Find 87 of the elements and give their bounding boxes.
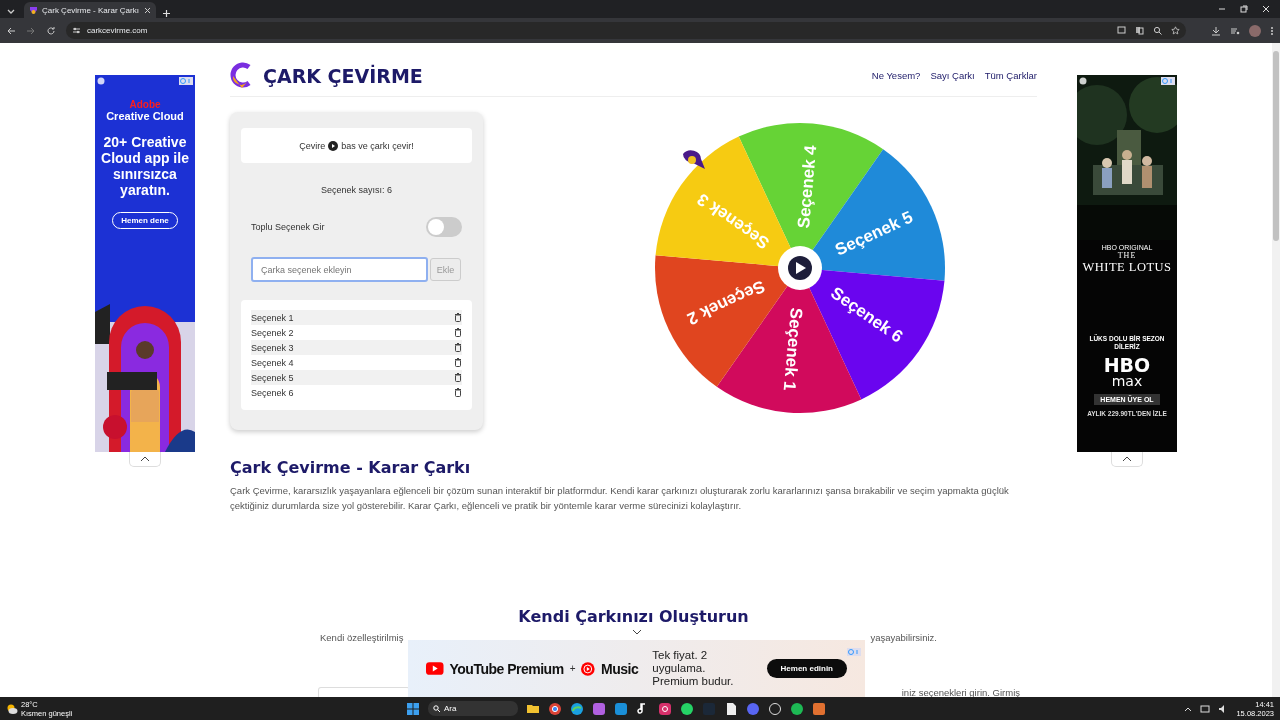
hint-text: bas ve çarkı çevir! <box>341 140 414 151</box>
logo-icon <box>230 61 252 90</box>
section-text: Çark Çevirme, kararsızlık yaşayanlara eğlenceli bir çözüm sunan interaktif bir platformdur. Kendi karar çarkınızı oluşturarak zorlu kararlarınızı şansa bırakabilir ve seçim yapmakta güçlük çektiğiniz durumlarda size yol gösterebilir. Karar Çarkı, eğlenceli ve pratik bir yöntemle karar verme sürecinizi kolaylaştırır. <box>230 484 1010 513</box>
browser-icon[interactable] <box>570 701 584 716</box>
ad-banner[interactable]: Adobe Creative Cloud 20+ Creative Cloud app ile sınırsızca yaratın. Hemen dene <box>95 75 195 452</box>
ad-button[interactable]: Hemen edinin <box>766 659 847 678</box>
ad-brand: Music <box>601 660 639 677</box>
segment-label: Seçenek 4 <box>794 144 821 229</box>
new-tab-icon[interactable] <box>162 9 171 18</box>
browser-tab[interactable]: Çark Çevirme - Karar Çarkı <box>24 2 156 18</box>
favicon-icon <box>29 5 38 15</box>
restore-icon[interactable] <box>1240 5 1248 13</box>
section-title: Çark Çevirme - Karar Çarkı <box>230 458 472 477</box>
ad-brand: Creative Cloud <box>106 110 184 122</box>
section-title: Kendi Çarkınızı Oluşturun <box>517 607 750 626</box>
reload-icon[interactable] <box>46 25 56 36</box>
document-icon[interactable] <box>724 701 738 716</box>
option-item: Seçenek 5 <box>251 372 294 383</box>
media-icon[interactable] <box>1230 25 1240 36</box>
toggle-switch[interactable] <box>426 217 462 237</box>
close-icon[interactable] <box>144 6 151 14</box>
option-item: Seçenek 4 <box>251 357 294 368</box>
segment-label: Seçenek 1 <box>779 307 806 392</box>
trash-icon[interactable] <box>454 343 462 352</box>
logo-text: ÇARK ÇEVİRME <box>263 64 423 87</box>
site-info-icon[interactable] <box>72 26 81 35</box>
pointer-icon <box>683 150 705 169</box>
close-icon[interactable] <box>1262 5 1270 13</box>
ad-title: THE <box>1117 251 1137 260</box>
option-item: Seçenek 3 <box>251 342 294 353</box>
option-count: Seçenek sayısı: 6 <box>319 185 393 195</box>
ad-headline: 20+ Creative Cloud app ile sınırsızca yaratın. <box>100 134 190 198</box>
ad-brand: YouTube Premium <box>449 660 564 677</box>
minimize-icon[interactable] <box>1218 5 1226 13</box>
chevron-up-icon[interactable] <box>1184 705 1193 712</box>
zoom-icon[interactable] <box>1153 26 1162 35</box>
option-item: Seçenek 2 <box>251 327 294 338</box>
search-icon <box>433 705 440 712</box>
profile-avatar-icon[interactable] <box>1249 24 1261 37</box>
star-icon[interactable] <box>1171 26 1180 35</box>
music-logo-icon <box>581 661 596 676</box>
weather-icon <box>6 702 18 715</box>
windows-logo-icon[interactable] <box>406 701 420 716</box>
scrollbar-thumb[interactable] <box>1273 51 1279 241</box>
chevron-up-icon <box>140 456 150 462</box>
ad-logo: max <box>1111 374 1143 388</box>
section-text: Kendi özelleştirilmiş <box>320 632 404 643</box>
play-icon <box>328 140 339 151</box>
nav-link[interactable]: Sayı Çarkı <box>930 70 975 81</box>
ad-brand: + <box>569 663 576 674</box>
ad-text: Tek fiyat. 2 uygulama. <box>652 649 709 675</box>
chevron-down-icon <box>631 628 642 635</box>
ad-text: Premium budur. <box>652 675 735 688</box>
app-icon[interactable] <box>614 701 628 716</box>
trash-icon[interactable] <box>454 388 462 397</box>
hint-text: Çevire <box>299 140 326 151</box>
nav-link[interactable]: Tüm Çarklar <box>984 70 1037 81</box>
translate-icon[interactable] <box>1135 26 1144 35</box>
app-icon[interactable] <box>812 701 826 716</box>
back-icon[interactable] <box>6 25 16 36</box>
trash-icon[interactable] <box>454 373 462 382</box>
install-icon[interactable] <box>1117 26 1126 35</box>
nav-link[interactable]: Ne Yesem? <box>871 70 921 81</box>
trash-icon[interactable] <box>454 313 462 322</box>
address-bar[interactable]: carkcevirme.com <box>66 22 1186 39</box>
more-menu-icon[interactable] <box>1270 25 1274 36</box>
ad-logo: HBO <box>1103 357 1151 374</box>
forward-icon[interactable] <box>26 25 36 36</box>
option-input[interactable]: Çarka seçenek ekleyin <box>251 257 428 282</box>
option-item: Seçenek 6 <box>251 387 294 398</box>
app-icon[interactable] <box>768 701 782 716</box>
option-item: Seçenek 1 <box>251 312 294 323</box>
trash-icon[interactable] <box>454 358 462 367</box>
ad-banner[interactable]: YouTube Premium + Music Tek fiyat. 2 uygulama. Premium budur. Hemen edinin <box>408 640 865 697</box>
section-text: yaşayabilirsiniz. <box>870 632 937 643</box>
spin-button[interactable] <box>778 246 822 290</box>
browser-icon[interactable] <box>548 701 562 716</box>
app-icon[interactable] <box>592 701 606 716</box>
camera-icon[interactable] <box>658 701 672 716</box>
chevron-up-icon <box>1122 456 1132 462</box>
play-logo-icon <box>426 662 444 675</box>
download-icon[interactable] <box>1211 25 1221 36</box>
ad-title: WHITE LOTUS <box>1082 260 1172 275</box>
toggle-label: Toplu Seçenek Gir <box>251 222 325 232</box>
ad-brand: Adobe <box>129 99 161 110</box>
trash-icon[interactable] <box>454 328 462 337</box>
search-field[interactable]: Ara <box>428 701 518 716</box>
